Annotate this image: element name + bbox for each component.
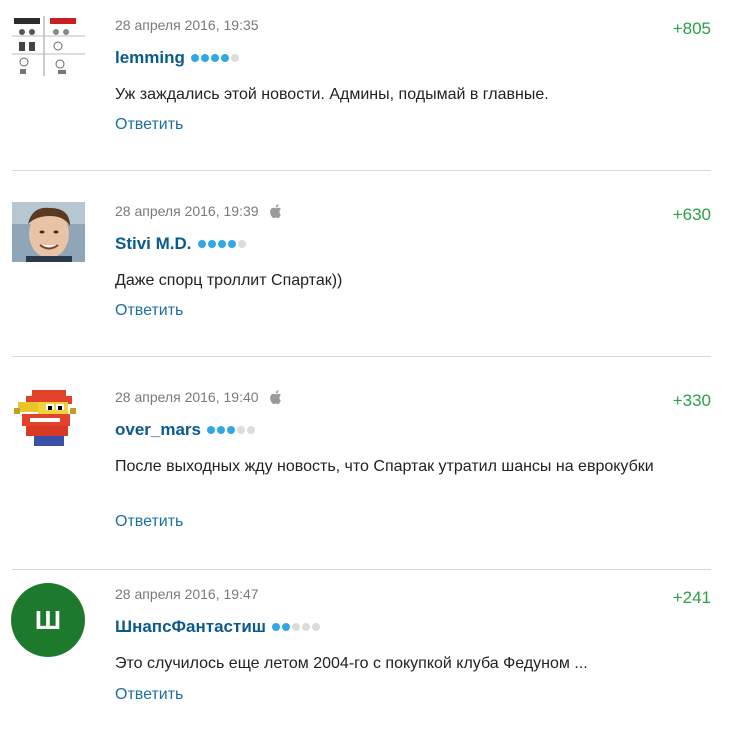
comment-meta: 28 апреля 2016, 19:39 (115, 203, 283, 219)
avatar[interactable] (12, 202, 85, 262)
avatar[interactable] (12, 16, 85, 76)
photo-avatar-icon (12, 202, 85, 262)
author-level-indicator (190, 54, 239, 62)
level-dot (207, 426, 216, 434)
comic-grid-avatar-icon (12, 16, 85, 76)
comment-text: Уж заждались этой новости. Админы, подым… (115, 86, 549, 103)
author-level-indicator (271, 623, 320, 631)
comment-date: 28 апреля 2016, 19:39 (115, 203, 259, 219)
comment-date: 28 апреля 2016, 19:35 (115, 17, 259, 33)
comment-item: 28 апреля 2016, 19:35 +805 lemming Уж за… (0, 0, 730, 186)
comment-meta: 28 апреля 2016, 19:35 (115, 17, 259, 33)
comment-text: Это случилось еще летом 2004-го с покупк… (115, 655, 588, 672)
apple-icon (269, 390, 281, 405)
apple-icon (269, 204, 281, 219)
comment-rating[interactable]: +241 (673, 588, 711, 608)
author-level-indicator (197, 240, 246, 248)
comment-author: ШнапсФантастиш (115, 617, 320, 637)
reply-link[interactable]: Ответить (115, 686, 183, 704)
comment-rating[interactable]: +805 (673, 19, 711, 39)
comment-author: over_mars (115, 420, 256, 440)
reply-link[interactable]: Ответить (115, 302, 183, 320)
level-dot (230, 54, 239, 62)
comment-author: lemming (115, 48, 239, 68)
author-name[interactable]: Stivi M.D. (115, 234, 192, 254)
level-dot (281, 623, 290, 631)
level-dot (200, 54, 209, 62)
avatar[interactable] (12, 386, 85, 446)
reply-link[interactable]: Ответить (115, 116, 183, 134)
comment-item: 28 апреля 2016, 19:39 +630 Stivi M.D. Да… (0, 186, 730, 372)
comment-separator (12, 170, 711, 171)
level-dot (301, 623, 310, 631)
level-dot (227, 240, 236, 248)
pixel-character-avatar-icon (12, 386, 85, 446)
level-dot (217, 426, 226, 434)
comment-author: Stivi M.D. (115, 234, 246, 254)
level-dot (220, 54, 229, 62)
reply-link[interactable]: Ответить (115, 513, 183, 531)
level-dot (190, 54, 199, 62)
author-level-indicator (207, 426, 256, 434)
level-dot (291, 623, 300, 631)
level-dot (217, 240, 226, 248)
level-dot (207, 240, 216, 248)
author-name[interactable]: ШнапсФантастиш (115, 617, 266, 637)
comment-separator (12, 356, 711, 357)
avatar[interactable]: Ш (11, 583, 85, 657)
comment-item: 28 апреля 2016, 19:40 +330 over_mars Пос… (0, 372, 730, 583)
level-dot (237, 240, 246, 248)
comment-item: Ш 28 апреля 2016, 19:47 +241 ШнапсФантас… (0, 569, 730, 729)
level-dot (197, 240, 206, 248)
level-dot (210, 54, 219, 62)
comment-rating[interactable]: +330 (673, 391, 711, 411)
comment-rating[interactable]: +630 (673, 205, 711, 225)
comment-date: 28 апреля 2016, 19:40 (115, 389, 259, 405)
comment-text: После выходных жду новость, что Спартак … (115, 458, 654, 475)
comment-meta: 28 апреля 2016, 19:40 (115, 389, 283, 405)
level-dot (237, 426, 246, 434)
author-name[interactable]: over_mars (115, 420, 201, 440)
author-name[interactable]: lemming (115, 48, 185, 68)
level-dot (247, 426, 256, 434)
comments-list: 28 апреля 2016, 19:35 +805 lemming Уж за… (0, 0, 730, 743)
comment-meta: 28 апреля 2016, 19:47 (115, 586, 259, 602)
comment-date: 28 апреля 2016, 19:47 (115, 586, 259, 602)
comment-text: Даже спорц троллит Спартак)) (115, 272, 343, 289)
avatar-letter: Ш (34, 604, 62, 635)
level-dot (227, 426, 236, 434)
level-dot (271, 623, 280, 631)
level-dot (311, 623, 320, 631)
